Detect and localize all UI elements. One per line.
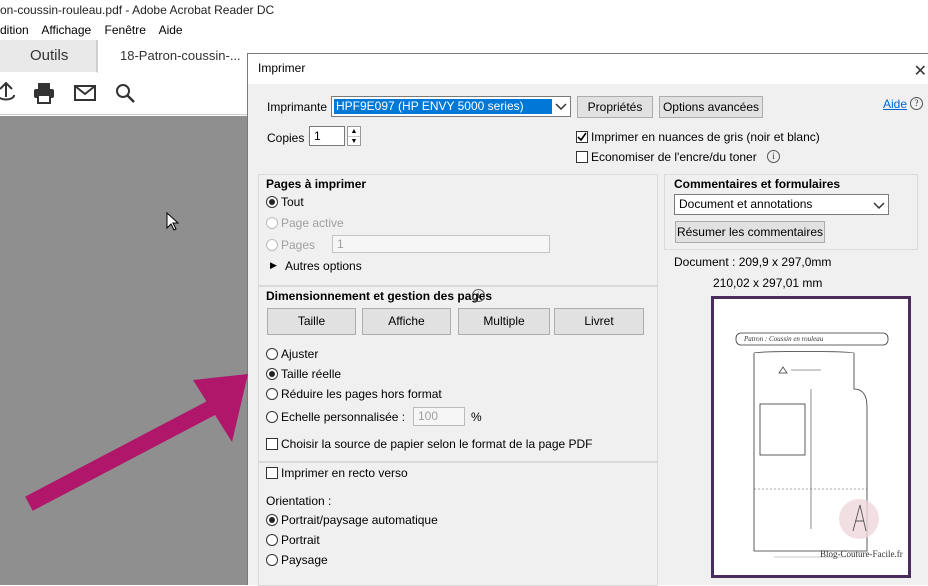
annotation-arrow [25,374,248,511]
arrow-shaft [25,396,224,511]
